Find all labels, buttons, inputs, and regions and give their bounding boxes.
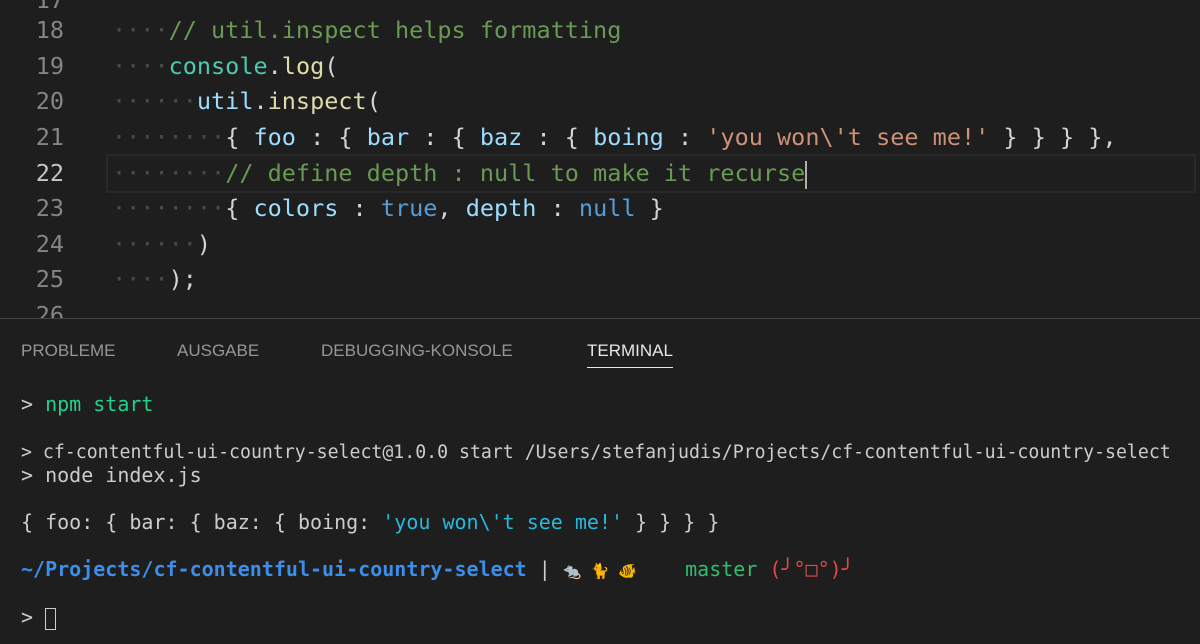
comment: // util.inspect helps formatting xyxy=(168,16,622,44)
token: : { xyxy=(295,123,367,151)
cwd-path: ~/Projects/cf-contentful-ui-country-sele… xyxy=(21,557,527,581)
git-status: (╯°□°)╯ xyxy=(769,557,854,581)
token: colors xyxy=(253,194,339,222)
token: : { xyxy=(409,123,480,151)
token: baz xyxy=(479,123,523,151)
code-line: 25 ····); xyxy=(0,262,1200,297)
token: log xyxy=(281,52,325,80)
command: npm start xyxy=(45,392,154,416)
line-number: 20 xyxy=(35,87,64,115)
token: } } } }, xyxy=(989,123,1117,151)
tab-debugging-konsole[interactable]: DEBUGGING-KONSOLE xyxy=(321,341,513,367)
terminal-line: > npm start xyxy=(21,392,153,416)
terminal-line: > cf-contentful-ui-country-select@1.0.0 … xyxy=(21,442,1171,463)
token: : xyxy=(663,123,707,151)
indent: ······ xyxy=(112,230,197,258)
token: : xyxy=(338,194,381,222)
token: inspect xyxy=(267,87,367,115)
bottom-panel: PROBLEME AUSGABE DEBUGGING-KONSOLE TERMI… xyxy=(0,318,1200,644)
indent: ········ xyxy=(112,123,226,151)
string: 'you won\'t see me!' xyxy=(706,123,990,151)
code-line: 24 ······) xyxy=(0,227,1200,262)
token: , xyxy=(437,194,466,222)
token: . xyxy=(267,52,282,80)
output: } } } } xyxy=(623,510,720,534)
token: } xyxy=(635,194,664,222)
code-line: 18 ····// util.inspect helps formatting xyxy=(0,13,1200,48)
git-branch: master xyxy=(685,557,758,581)
line-number: 26 xyxy=(35,301,64,318)
indent: ········ xyxy=(112,194,226,222)
tab-probleme[interactable]: PROBLEME xyxy=(21,341,115,367)
token: boing xyxy=(593,123,664,151)
terminal-line: { foo: { bar: { baz: { boing: 'you won\'… xyxy=(21,510,719,534)
prompt: > xyxy=(21,605,34,629)
token: util xyxy=(196,87,254,115)
token: console xyxy=(168,52,268,80)
line-number: 21 xyxy=(35,123,64,151)
token: { xyxy=(225,123,254,151)
terminal-line: > node index.js xyxy=(21,463,202,487)
indent: ···· xyxy=(112,16,169,44)
token: ( xyxy=(324,52,339,80)
terminal-input-line[interactable]: > xyxy=(21,605,57,630)
tab-ausgabe[interactable]: AUSGABE xyxy=(177,341,259,367)
code-line-current: 22 ········// define depth : null to make… xyxy=(0,154,1200,193)
token: : { xyxy=(522,123,594,151)
token: depth xyxy=(465,194,537,222)
line-number: 24 xyxy=(35,230,64,258)
shell-prompt: ~/Projects/cf-contentful-ui-country-sele… xyxy=(21,557,854,583)
token: bar xyxy=(366,123,410,151)
code-line: 20 ······util.inspect( xyxy=(0,84,1200,119)
tab-terminal[interactable]: TERMINAL xyxy=(587,341,673,368)
emoji-icons: 🐀 🐈 🐠 xyxy=(562,562,637,580)
code-line: 23 ········{ colors : true, depth : null … xyxy=(0,191,1200,226)
comment: // define depth : null to make it recurs… xyxy=(225,159,806,187)
token: foo xyxy=(253,123,296,151)
indent: ······ xyxy=(112,87,197,115)
code-line: 19 ····console.log( xyxy=(0,49,1200,84)
line-number: 25 xyxy=(35,265,64,293)
line-number: 19 xyxy=(35,52,64,80)
code-line: 21 ········{ foo : { bar : { baz : { boin… xyxy=(0,120,1200,155)
indent: ········ xyxy=(112,159,226,187)
terminal-cursor xyxy=(45,607,57,630)
token: ( xyxy=(366,87,381,115)
line-number: 18 xyxy=(35,16,64,44)
text-caret xyxy=(805,160,808,189)
token: . xyxy=(253,87,268,115)
token: { xyxy=(225,194,254,222)
token: null xyxy=(578,194,636,222)
output-string: 'you won\'t see me!' xyxy=(382,510,624,534)
code-line: 26 xyxy=(0,298,1200,318)
token: ); xyxy=(168,265,197,293)
prompt: > xyxy=(21,392,34,416)
token: ) xyxy=(196,230,212,258)
code-editor[interactable]: 17 18 ····// util.inspect helps formattin… xyxy=(0,0,1200,318)
output: { foo: { bar: { baz: { boing: xyxy=(21,510,383,534)
token: true xyxy=(380,194,438,222)
line-number: 22 xyxy=(35,159,64,187)
indent: ···· xyxy=(112,265,169,293)
token: : xyxy=(536,194,579,222)
separator: | xyxy=(526,557,563,581)
indent: ···· xyxy=(112,52,169,80)
line-number: 23 xyxy=(35,194,64,222)
